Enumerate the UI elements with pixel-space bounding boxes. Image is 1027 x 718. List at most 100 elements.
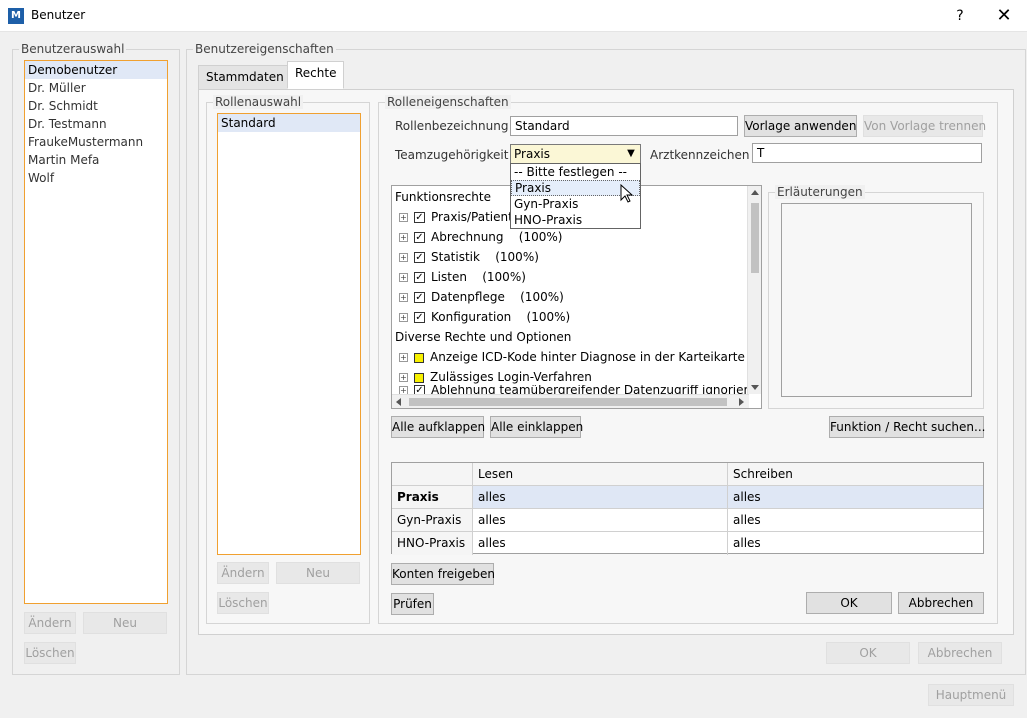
- release-accounts-button[interactable]: Konten freigeben: [391, 563, 495, 585]
- tab-stammdaten[interactable]: Stammdaten: [198, 65, 292, 90]
- chevron-down-icon[interactable]: ▼: [624, 145, 638, 163]
- list-item-user[interactable]: Demobenutzer: [25, 61, 167, 79]
- grid-cell-read[interactable]: alles: [473, 509, 728, 532]
- list-item-user[interactable]: Martin Mefa: [25, 151, 167, 169]
- tree-horizontal-scrollbar[interactable]: [392, 394, 749, 408]
- apply-template-button[interactable]: Vorlage anwenden: [744, 115, 857, 137]
- help-button[interactable]: ?: [938, 0, 982, 32]
- role-ok-button[interactable]: OK: [806, 592, 892, 614]
- expand-icon[interactable]: +: [399, 373, 408, 382]
- role-list[interactable]: Standard: [217, 113, 361, 555]
- tree-item-label: Abrechnung: [431, 230, 504, 244]
- tree-item[interactable]: + ✓ Praxis/Patienten: [399, 207, 528, 227]
- grid-cell-read[interactable]: alles: [473, 532, 728, 555]
- scrollbar-arrows-icon: [751, 190, 759, 390]
- grid-cell-write[interactable]: alles: [728, 532, 983, 555]
- grid-row-header[interactable]: Gyn-Praxis: [392, 509, 473, 532]
- user-list[interactable]: Demobenutzer Dr. Müller Dr. Schmidt Dr. …: [24, 60, 168, 604]
- tree-section-header: Funktionsrechte: [395, 190, 491, 204]
- collapse-all-button[interactable]: Alle einklappen: [490, 416, 583, 438]
- main-menu-button[interactable]: Hauptmenü: [928, 684, 1014, 706]
- list-item-user[interactable]: Dr. Müller: [25, 79, 167, 97]
- tree-vertical-scrollbar[interactable]: [747, 186, 761, 394]
- grid-header-write: Schreiben: [728, 463, 983, 486]
- user-selection-legend: Benutzerauswahl: [19, 42, 127, 56]
- tree-item-percent: (100%): [520, 290, 564, 304]
- tree-item[interactable]: + ✓ Konfiguration (100%): [399, 307, 570, 327]
- expand-icon[interactable]: +: [399, 293, 408, 302]
- role-name-input[interactable]: Standard: [510, 116, 738, 136]
- tree-item[interactable]: + ✓ Abrechnung (100%): [399, 227, 562, 247]
- checkbox-checked-icon[interactable]: ✓: [414, 292, 425, 303]
- expand-all-button[interactable]: Alle aufklappen: [391, 416, 485, 438]
- option-indicator-icon: [414, 352, 424, 363]
- tree-item[interactable]: + Zulässiges Login-Verfahren: [399, 367, 592, 387]
- doctor-input[interactable]: T: [752, 143, 982, 163]
- tree-item-label: Listen: [431, 270, 467, 284]
- grid-cell-write[interactable]: alles: [728, 486, 983, 509]
- dialog-ok-button[interactable]: OK: [826, 642, 910, 664]
- search-right-button[interactable]: Funktion / Recht suchen...: [829, 416, 985, 438]
- team-select[interactable]: Praxis ▼: [510, 144, 641, 164]
- role-cancel-button[interactable]: Abbrechen: [898, 592, 984, 614]
- user-properties-legend: Benutzereigenschaften: [193, 42, 336, 56]
- list-item-user[interactable]: Wolf: [25, 169, 167, 187]
- tree-item-percent: (100%): [495, 250, 539, 264]
- user-new-button[interactable]: Neu: [83, 612, 167, 634]
- mouse-cursor-icon: [620, 184, 634, 203]
- tree-item-label: Anzeige ICD-Kode hinter Diagnose in der …: [430, 350, 745, 364]
- app-icon: M: [8, 8, 24, 24]
- expand-icon[interactable]: +: [399, 313, 408, 322]
- tree-item-percent: (100%): [482, 270, 526, 284]
- check-button[interactable]: Prüfen: [391, 593, 434, 615]
- window-title: Benutzer: [31, 8, 86, 22]
- tab-rechte[interactable]: Rechte: [287, 61, 345, 89]
- dialog-cancel-button[interactable]: Abbrechen: [918, 642, 1002, 664]
- close-button[interactable]: ✕: [982, 0, 1026, 32]
- tree-item-label: Statistik: [431, 250, 480, 264]
- checkbox-checked-icon[interactable]: ✓: [414, 272, 425, 283]
- grid-header-read: Lesen: [473, 463, 728, 486]
- doctor-label: Arztkennzeichen: [650, 148, 750, 162]
- role-name-label: Rollenbezeichnung: [395, 119, 509, 133]
- expand-icon[interactable]: +: [399, 273, 408, 282]
- expand-icon[interactable]: +: [399, 233, 408, 242]
- tree-item-label: Zulässiges Login-Verfahren: [430, 370, 592, 384]
- expand-icon[interactable]: +: [399, 213, 408, 222]
- tree-item[interactable]: + ✓ Listen (100%): [399, 267, 526, 287]
- detach-template-button[interactable]: Von Vorlage trennen: [863, 115, 986, 137]
- role-delete-button[interactable]: Löschen: [217, 592, 269, 614]
- dropdown-option[interactable]: HNO-Praxis: [511, 212, 640, 228]
- expand-icon[interactable]: +: [399, 353, 408, 362]
- grid-cell-read[interactable]: alles: [473, 486, 728, 509]
- tree-item[interactable]: + ✓ Datenpflege (100%): [399, 287, 564, 307]
- user-edit-button[interactable]: Ändern: [24, 612, 76, 634]
- list-item-user[interactable]: Dr. Schmidt: [25, 97, 167, 115]
- grid-cell-write[interactable]: alles: [728, 509, 983, 532]
- role-edit-button[interactable]: Ändern: [217, 562, 269, 584]
- access-grid[interactable]: Lesen Schreiben Praxis alles alles Gyn-P…: [391, 462, 984, 555]
- grid-row-header[interactable]: HNO-Praxis: [392, 532, 473, 555]
- list-item-user[interactable]: FraukeMustermann: [25, 133, 167, 151]
- grid-row-header[interactable]: Praxis: [392, 486, 473, 509]
- notes-box: [781, 203, 972, 397]
- team-select-value: Praxis: [514, 147, 550, 161]
- team-label: Teamzugehörigkeit: [395, 148, 509, 162]
- option-indicator-icon: [414, 372, 424, 383]
- dropdown-option[interactable]: -- Bitte festlegen --: [511, 164, 640, 180]
- checkbox-checked-icon[interactable]: ✓: [414, 252, 425, 263]
- tree-item[interactable]: + Anzeige ICD-Kode hinter Diagnose in der…: [399, 347, 745, 367]
- tree-item[interactable]: + ✓ Statistik (100%): [399, 247, 539, 267]
- list-item-user[interactable]: Dr. Testmann: [25, 115, 167, 133]
- tree-item-label: Konfiguration: [431, 310, 512, 324]
- list-item-role[interactable]: Standard: [218, 114, 360, 132]
- user-delete-button[interactable]: Löschen: [24, 642, 76, 664]
- checkbox-checked-icon[interactable]: ✓: [414, 232, 425, 243]
- tree-item-percent: (100%): [518, 230, 563, 244]
- tree-item-label: Datenpflege: [431, 290, 505, 304]
- checkbox-checked-icon[interactable]: ✓: [414, 212, 425, 223]
- expand-icon[interactable]: +: [399, 253, 408, 262]
- role-new-button[interactable]: Neu: [276, 562, 360, 584]
- tree-item-percent: (100%): [526, 310, 571, 324]
- checkbox-checked-icon[interactable]: ✓: [414, 312, 425, 323]
